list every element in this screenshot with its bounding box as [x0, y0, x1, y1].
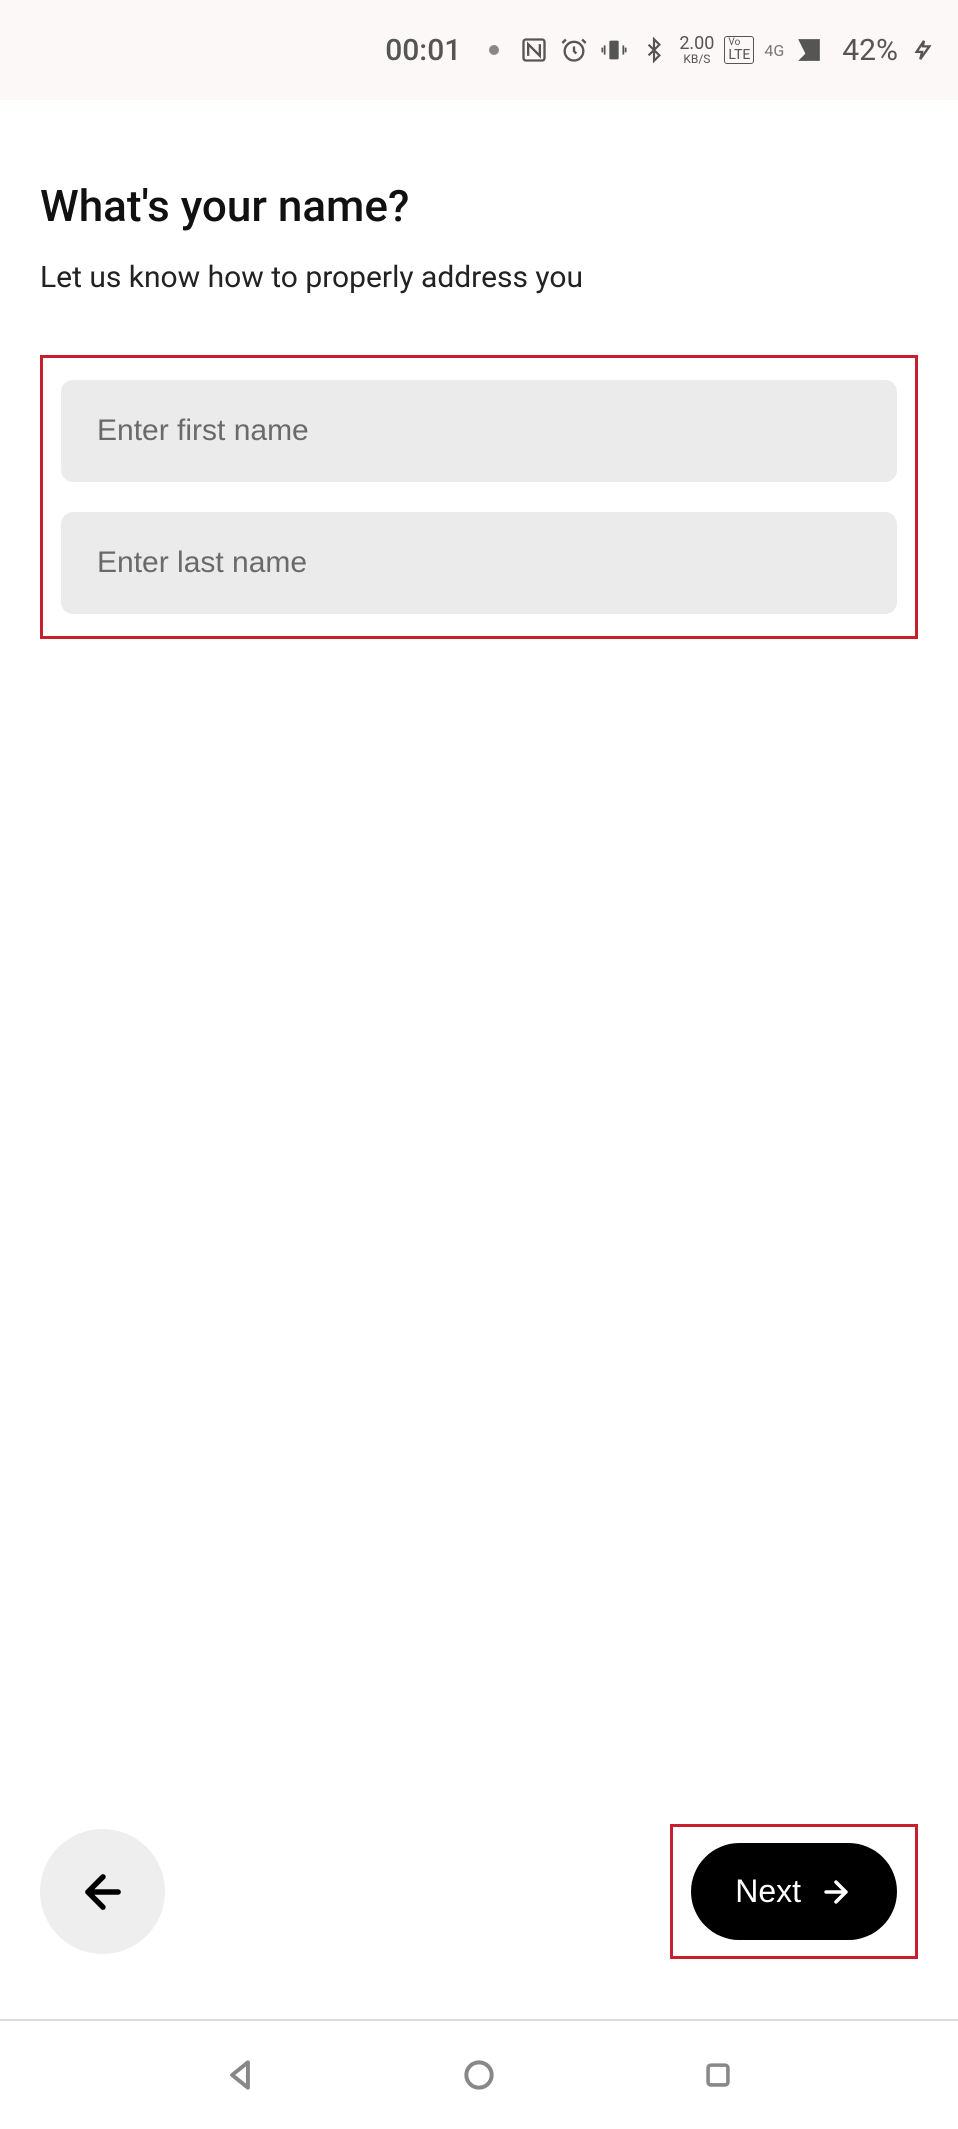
status-icons-group: 2.00 KB/S Vo LTE 4G 42% — [519, 33, 938, 68]
name-form-highlight — [40, 355, 918, 639]
volte-badge: Vo LTE — [724, 36, 754, 64]
alarm-icon — [559, 35, 589, 65]
back-button[interactable] — [40, 1829, 165, 1954]
next-button-highlight: Next — [670, 1824, 918, 1959]
android-home-button[interactable] — [454, 2050, 504, 2100]
battery-percent: 42% — [842, 33, 898, 68]
last-name-input[interactable] — [61, 512, 897, 614]
signal-icon — [794, 35, 824, 65]
next-button[interactable]: Next — [691, 1843, 897, 1940]
network-speed: 2.00 KB/S — [679, 35, 714, 65]
vibrate-icon — [599, 35, 629, 65]
bluetooth-icon — [639, 35, 669, 65]
android-nav-bar — [0, 2019, 958, 2129]
page-title: What's your name? — [40, 180, 918, 232]
status-bar: 00:01 2.00 KB/S Vo LTE 4G 42% — [0, 0, 958, 100]
page-subtitle: Let us know how to properly address you — [40, 260, 918, 295]
first-name-input[interactable] — [61, 380, 897, 482]
android-recent-button[interactable] — [693, 2050, 743, 2100]
android-back-button[interactable] — [215, 2050, 265, 2100]
status-dot-icon — [489, 45, 499, 55]
arrow-left-icon — [77, 1866, 129, 1918]
arrow-right-icon — [819, 1875, 853, 1909]
signal-4g-label: 4G — [764, 41, 784, 60]
status-time: 00:01 — [385, 33, 461, 68]
bottom-navigation: Next — [0, 1824, 958, 1959]
charging-icon — [908, 35, 938, 65]
nfc-icon — [519, 35, 549, 65]
main-content: What's your name? Let us know how to pro… — [0, 100, 958, 639]
next-button-label: Next — [735, 1873, 801, 1910]
